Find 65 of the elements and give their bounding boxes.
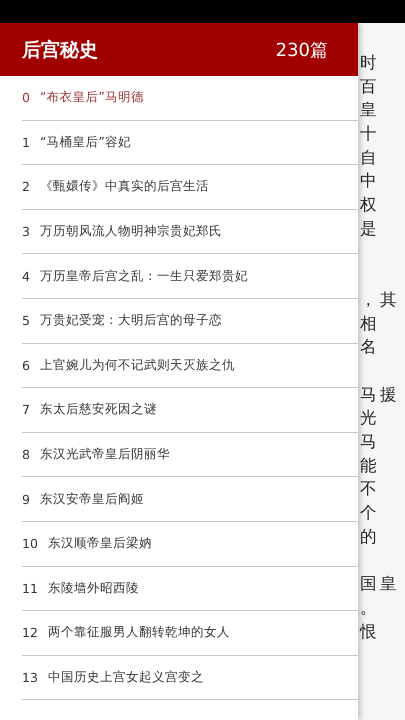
page-text-line: 是 — [360, 218, 381, 240]
page-text-line: 皇 — [360, 99, 381, 122]
chapter-title: 万历皇帝后宫之乱：一生只爱郑贵妃 — [40, 268, 248, 285]
chapter-title: 中国历史上宫女起义宫变之 — [48, 669, 204, 686]
page-text-line: 权 — [360, 194, 381, 216]
chapter-item[interactable]: 6 上官婉儿为何不记武则天灭族之仇 — [22, 344, 358, 388]
chapter-title: “马桶皇后”容妃 — [40, 134, 131, 151]
page-text-line: 能 — [360, 454, 381, 477]
page-text-line: 的 — [360, 526, 381, 548]
page-text-line: ，其 — [360, 288, 401, 311]
page-text-line: 中 — [360, 170, 381, 192]
page-text-line: 十 — [360, 123, 381, 146]
chapter-item[interactable]: 3 万历朝风流人物明神宗贵妃郑氏 — [22, 210, 358, 254]
chapter-title: 万贵妃受宠：大明后宫的母子恋 — [40, 312, 222, 330]
page-text-line: 马 — [360, 431, 381, 453]
chapter-number: 11 — [22, 580, 38, 596]
chapter-number: 9 — [22, 492, 30, 507]
page-text-line: 百 — [360, 76, 381, 98]
page-text-line: 自 — [360, 146, 381, 169]
chapter-number: 13 — [22, 670, 38, 686]
page-text-line: 时 — [360, 52, 381, 74]
page-text-line: 名 — [360, 336, 381, 358]
chapter-item[interactable]: 1 “马桶皇后”容妃 — [22, 120, 358, 166]
chapter-title: 东汉安帝皇后阎姬 — [40, 490, 144, 508]
page-text-line: 恨 — [360, 620, 381, 642]
chapter-number: 4 — [22, 268, 30, 284]
chapter-number: 12 — [22, 625, 38, 640]
chapter-item[interactable]: 4 万历皇帝后宫之乱：一生只爱郑贵妃 — [22, 254, 358, 299]
page-text-line: 个 — [360, 502, 381, 524]
page-text-line: 马援 — [360, 384, 401, 406]
chapter-number: 2 — [22, 179, 30, 194]
chapter-item[interactable]: 0 “布衣皇后”马明德 — [22, 76, 358, 121]
chapter-item[interactable]: 8 东汉光武帝皇后阴丽华 — [22, 432, 358, 478]
chapter-item[interactable]: 13 中国历史上宫女起义宫变之 — [22, 656, 358, 700]
chapter-number: 7 — [22, 402, 30, 418]
chapter-number: 10 — [22, 536, 38, 552]
chapter-item[interactable]: 10 东汉顺帝皇后梁妠 — [22, 522, 358, 567]
chapter-title: 东陵墙外昭西陵 — [48, 580, 139, 597]
chapter-item[interactable]: 9 东汉安帝皇后阎姬 — [22, 477, 358, 522]
chapter-title: 万历朝风流人物明神宗贵妃郑氏 — [40, 223, 222, 240]
chapter-item[interactable]: 7 东太后慈安死因之谜 — [22, 388, 358, 433]
page-text-line: 相 — [360, 312, 381, 335]
chapter-number: 6 — [22, 358, 30, 373]
chapter-title: 上官婉儿为何不记武则天灭族之仇 — [40, 356, 235, 374]
chapter-number: 3 — [22, 224, 30, 240]
chapter-title: 《甄嬛传》中真实的后宫生活 — [40, 178, 209, 196]
article-count: 230篇 — [276, 38, 328, 62]
chapter-title: 东汉顺帝皇后梁妠 — [48, 535, 152, 552]
chapter-item[interactable]: 11 东陵墙外昭西陵 — [22, 566, 358, 612]
chapter-number: 5 — [22, 313, 30, 328]
chapter-item[interactable]: 12 两个靠征服男人翻转乾坤的女人 — [22, 611, 358, 656]
chapter-title: 东太后慈安死因之谜 — [40, 401, 157, 418]
chapter-title: 东汉光武帝皇后阴丽华 — [40, 446, 170, 464]
page-text-line: 国皇 — [360, 573, 401, 596]
chapter-number: 8 — [22, 447, 30, 462]
drawer-title: 后宫秘史 — [22, 38, 98, 62]
chapter-number: 0 — [22, 90, 30, 106]
chapter-title: “布衣皇后”马明德 — [40, 89, 144, 106]
chapter-item[interactable]: 2 《甄嬛传》中真实的后宫生活 — [22, 165, 358, 210]
page-text-line: 光 — [360, 407, 381, 430]
chapter-number: 1 — [22, 134, 30, 150]
chapter-title: 两个靠征服男人翻转乾坤的女人 — [48, 624, 230, 642]
page-text-line: 。 — [360, 596, 381, 619]
page-text-line: 不 — [360, 478, 381, 500]
chapter-item[interactable]: 5 万贵妃受宠：大明后宫的母子恋 — [22, 298, 358, 344]
